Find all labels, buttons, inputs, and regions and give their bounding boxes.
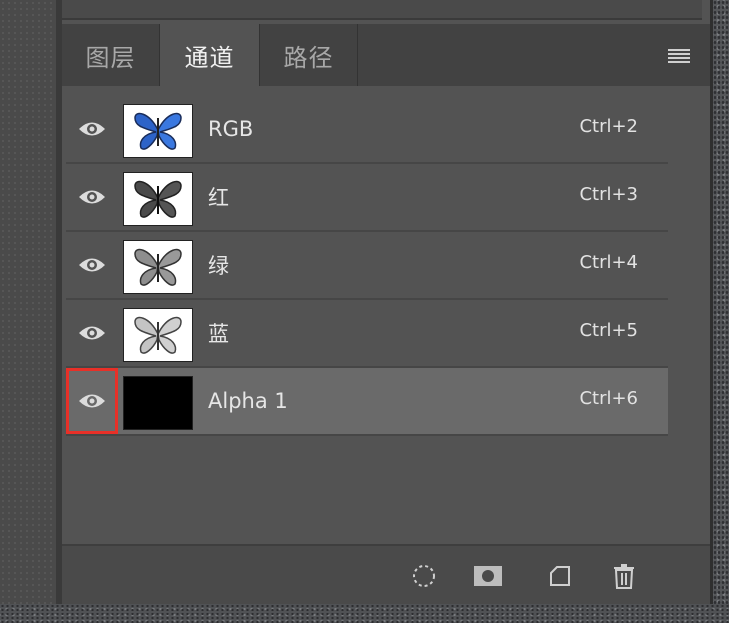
channel-shortcut: Ctrl+6 bbox=[579, 387, 638, 409]
channel-row-blue[interactable]: 蓝 Ctrl+5 bbox=[66, 300, 668, 368]
visibility-toggle[interactable] bbox=[66, 368, 118, 434]
visibility-toggle[interactable] bbox=[66, 232, 118, 298]
butterfly-icon bbox=[134, 112, 182, 150]
channel-thumbnail bbox=[123, 104, 193, 158]
eye-icon bbox=[79, 258, 105, 272]
channel-shortcut: Ctrl+5 bbox=[579, 319, 638, 341]
channel-shortcut: Ctrl+2 bbox=[579, 115, 638, 137]
load-selection-icon bbox=[413, 565, 435, 587]
butterfly-icon bbox=[134, 316, 182, 354]
save-selection-mask-icon bbox=[474, 566, 502, 586]
tab-channels[interactable]: 通道 bbox=[160, 24, 260, 86]
tab-layers[interactable]: 图层 bbox=[62, 24, 160, 86]
channels-panel: 图层 通道 路径 RGB Ctrl+2 红 Ctrl+3 绿 Ctrl+4 蓝 … bbox=[62, 0, 713, 604]
panel-top-strip bbox=[62, 0, 702, 20]
eye-icon bbox=[79, 190, 105, 204]
panel-menu-icon[interactable] bbox=[668, 49, 690, 63]
new-channel-icon bbox=[550, 566, 570, 586]
tab-paths[interactable]: 路径 bbox=[260, 24, 358, 86]
channel-name: 绿 bbox=[208, 254, 229, 278]
save-selection-mask-button[interactable] bbox=[472, 560, 504, 592]
channel-thumbnail bbox=[123, 172, 193, 226]
new-channel-button[interactable] bbox=[544, 560, 576, 592]
delete-channel-button[interactable] bbox=[608, 560, 640, 592]
channel-shortcut: Ctrl+4 bbox=[579, 251, 638, 273]
channel-name: RGB bbox=[208, 117, 254, 141]
eye-icon bbox=[79, 326, 105, 340]
eye-icon bbox=[79, 394, 105, 408]
channel-name: 红 bbox=[208, 186, 229, 210]
butterfly-icon bbox=[134, 248, 182, 286]
canvas-bottom-edge bbox=[0, 604, 729, 623]
channel-thumbnail bbox=[123, 308, 193, 362]
channel-row-alpha1[interactable]: Alpha 1 Ctrl+6 bbox=[66, 368, 668, 436]
channel-row-rgb[interactable]: RGB Ctrl+2 bbox=[66, 96, 668, 164]
panel-tabbar: 图层 通道 路径 bbox=[62, 24, 710, 86]
canvas-edge bbox=[713, 0, 729, 623]
workspace-left-strip bbox=[0, 0, 56, 623]
channel-shortcut: Ctrl+3 bbox=[579, 183, 638, 205]
delete-channel-icon bbox=[614, 564, 634, 589]
channel-name: Alpha 1 bbox=[208, 389, 288, 413]
visibility-toggle[interactable] bbox=[66, 300, 118, 366]
channel-thumbnail bbox=[123, 376, 193, 430]
channel-name: 蓝 bbox=[208, 322, 229, 346]
channel-row-green[interactable]: 绿 Ctrl+4 bbox=[66, 232, 668, 300]
channel-row-red[interactable]: 红 Ctrl+3 bbox=[66, 164, 668, 232]
channel-thumbnail bbox=[123, 240, 193, 294]
load-selection-button[interactable] bbox=[408, 560, 440, 592]
channels-toolbar bbox=[62, 544, 710, 604]
eye-icon bbox=[79, 122, 105, 136]
channel-list: RGB Ctrl+2 红 Ctrl+3 绿 Ctrl+4 蓝 Ctrl+5 Al… bbox=[66, 96, 668, 436]
visibility-toggle[interactable] bbox=[66, 96, 118, 162]
butterfly-icon bbox=[134, 180, 182, 218]
visibility-toggle[interactable] bbox=[66, 164, 118, 230]
